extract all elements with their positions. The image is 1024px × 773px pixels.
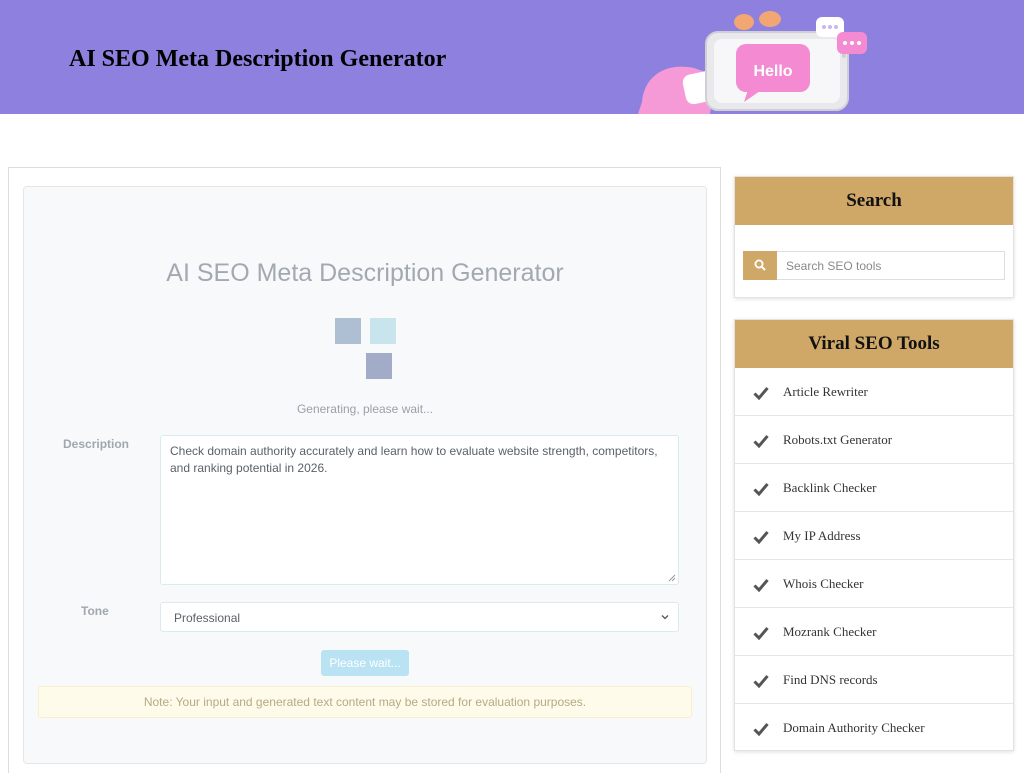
search-widget: Search — [734, 176, 1014, 298]
tone-select[interactable]: Professional — [160, 602, 679, 632]
check-icon — [753, 675, 769, 688]
search-button[interactable] — [743, 251, 777, 280]
tools-widget-title: Viral SEO Tools — [735, 320, 1013, 368]
tool-list: Article Rewriter Robots.txt Generator Ba… — [735, 368, 1013, 752]
storage-note: Note: Your input and generated text cont… — [38, 686, 692, 718]
tool-label: Article Rewriter — [783, 384, 868, 399]
check-icon — [753, 579, 769, 592]
generate-button[interactable]: Please wait... — [321, 650, 409, 676]
tool-link-backlink-checker[interactable]: Backlink Checker — [735, 464, 1013, 512]
tool-label: Whois Checker — [783, 576, 864, 591]
tool-link-domain-authority-checker[interactable]: Domain Authority Checker — [735, 704, 1013, 752]
tool-link-find-dns-records[interactable]: Find DNS records — [735, 656, 1013, 704]
loader-square — [370, 318, 396, 344]
tool-label: Backlink Checker — [783, 480, 877, 495]
check-icon — [753, 387, 769, 400]
description-text: Check domain authority accurately and le… — [170, 444, 658, 475]
description-textarea[interactable]: Check domain authority accurately and le… — [160, 435, 679, 585]
search-form — [743, 251, 1005, 280]
tool-label: Robots.txt Generator — [783, 432, 893, 447]
description-label: Description — [63, 437, 130, 451]
tool-link-article-rewriter[interactable]: Article Rewriter — [735, 368, 1013, 416]
chevron-down-icon — [661, 615, 669, 620]
tool-label: Domain Authority Checker — [783, 720, 925, 735]
search-input[interactable] — [777, 251, 1005, 280]
generator-title: AI SEO Meta Description Generator — [166, 259, 564, 287]
loading-status-text: Generating, please wait... — [296, 402, 434, 416]
tool-label: My IP Address — [783, 528, 861, 543]
hello-phone-illustration: Hello — [638, 11, 867, 114]
resize-grip-icon[interactable] — [668, 574, 676, 582]
check-icon — [753, 531, 769, 544]
tool-link-my-ip-address[interactable]: My IP Address — [735, 512, 1013, 560]
tool-label: Find DNS records — [783, 672, 878, 687]
tone-label: Tone — [81, 604, 109, 618]
check-icon — [753, 435, 769, 448]
svg-text:Hello: Hello — [753, 63, 792, 80]
check-icon — [753, 723, 769, 736]
loader-square — [366, 353, 392, 379]
tone-selected-value: Professional — [174, 611, 241, 625]
viral-seo-tools-widget: Viral SEO Tools Article Rewriter Robots.… — [734, 319, 1014, 751]
search-icon — [754, 259, 766, 271]
tool-link-robots-txt-generator[interactable]: Robots.txt Generator — [735, 416, 1013, 464]
search-widget-title: Search — [735, 177, 1013, 225]
site-header: AI SEO Meta Description Generator Hello — [0, 0, 1024, 114]
tool-label: Mozrank Checker — [783, 624, 877, 639]
loader-square — [335, 318, 361, 344]
tool-link-mozrank-checker[interactable]: Mozrank Checker — [735, 608, 1013, 656]
check-icon — [753, 483, 769, 496]
check-icon — [753, 627, 769, 640]
generator-card: AI SEO Meta Description Generator Genera… — [23, 186, 707, 764]
tool-link-whois-checker[interactable]: Whois Checker — [735, 560, 1013, 608]
main-content: AI SEO Meta Description Generator Genera… — [8, 167, 721, 773]
page-title: AI SEO Meta Description Generator — [69, 46, 447, 72]
